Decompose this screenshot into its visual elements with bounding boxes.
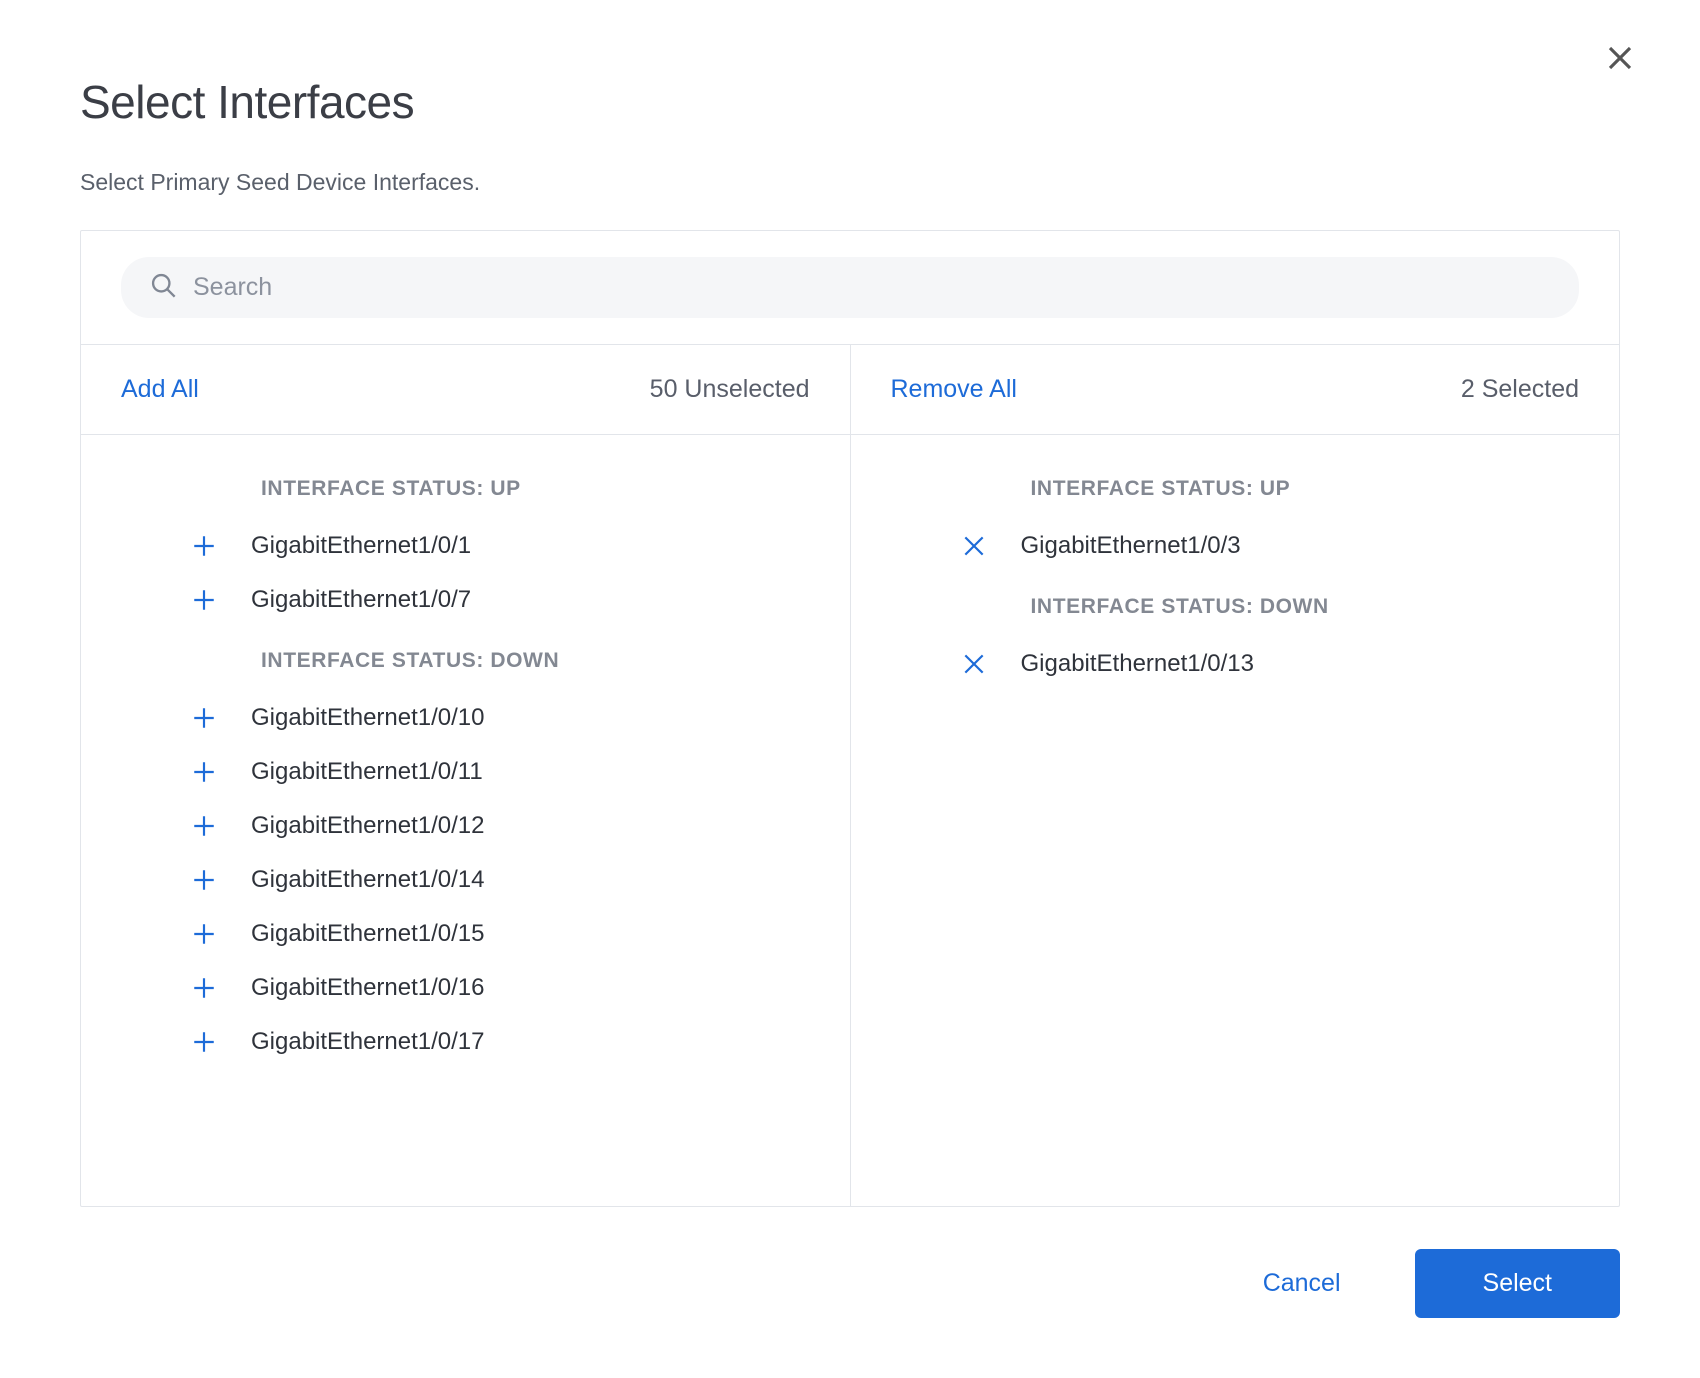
plus-icon[interactable] xyxy=(189,757,219,787)
add-all-link[interactable]: Add All xyxy=(121,375,199,404)
interface-name: GigabitEthernet1/0/15 xyxy=(251,920,485,948)
interface-status-heading: INTERFACE STATUS: DOWN xyxy=(851,573,1620,637)
interface-row: GigabitEthernet1/0/16 xyxy=(81,961,850,1015)
unselected-header: Add All 50 Unselected xyxy=(81,345,850,435)
remove-icon[interactable] xyxy=(959,649,989,679)
interface-status-heading: INTERFACE STATUS: UP xyxy=(851,455,1620,519)
select-button[interactable]: Select xyxy=(1415,1249,1620,1318)
plus-icon[interactable] xyxy=(189,531,219,561)
search-bar xyxy=(81,231,1619,344)
plus-icon[interactable] xyxy=(189,973,219,1003)
interface-row: GigabitEthernet1/0/1 xyxy=(81,519,850,573)
interface-name: GigabitEthernet1/0/3 xyxy=(1021,532,1241,560)
interface-row: GigabitEthernet1/0/7 xyxy=(81,573,850,627)
unselected-column: Add All 50 Unselected INTERFACE STATUS: … xyxy=(81,345,850,1206)
search-icon xyxy=(149,271,177,304)
selected-list[interactable]: INTERFACE STATUS: UP GigabitEthernet1/0/3… xyxy=(851,435,1620,1206)
plus-icon[interactable] xyxy=(189,919,219,949)
interface-name: GigabitEthernet1/0/10 xyxy=(251,704,485,732)
dialog-subtitle: Select Primary Seed Device Interfaces. xyxy=(80,169,1620,196)
remove-all-link[interactable]: Remove All xyxy=(891,375,1017,404)
selected-header: Remove All 2 Selected xyxy=(851,345,1620,435)
selected-count: 2 Selected xyxy=(1461,375,1579,404)
interface-row: GigabitEthernet1/0/10 xyxy=(81,691,850,745)
unselected-count: 50 Unselected xyxy=(650,375,810,404)
dialog-footer: Cancel Select xyxy=(80,1207,1620,1358)
select-interfaces-dialog: Select Interfaces Select Primary Seed De… xyxy=(0,0,1700,1378)
interface-row: GigabitEthernet1/0/3 xyxy=(851,519,1620,573)
interface-name: GigabitEthernet1/0/14 xyxy=(251,866,485,894)
dual-list: Add All 50 Unselected INTERFACE STATUS: … xyxy=(81,344,1619,1206)
interface-status-heading: INTERFACE STATUS: UP xyxy=(81,455,850,519)
interface-name: GigabitEthernet1/0/12 xyxy=(251,812,485,840)
search-input[interactable] xyxy=(191,272,1551,303)
interface-name: GigabitEthernet1/0/17 xyxy=(251,1028,485,1056)
cancel-button[interactable]: Cancel xyxy=(1259,1259,1345,1308)
plus-icon[interactable] xyxy=(189,585,219,615)
plus-icon[interactable] xyxy=(189,703,219,733)
interface-name: GigabitEthernet1/0/7 xyxy=(251,586,471,614)
plus-icon[interactable] xyxy=(189,865,219,895)
interface-status-heading: INTERFACE STATUS: DOWN xyxy=(81,627,850,691)
interface-row: GigabitEthernet1/0/11 xyxy=(81,745,850,799)
interface-row: GigabitEthernet1/0/12 xyxy=(81,799,850,853)
close-icon[interactable] xyxy=(1602,40,1638,76)
dialog-title: Select Interfaces xyxy=(80,75,1620,129)
selected-column: Remove All 2 Selected INTERFACE STATUS: … xyxy=(850,345,1620,1206)
interface-name: GigabitEthernet1/0/16 xyxy=(251,974,485,1002)
plus-icon[interactable] xyxy=(189,1027,219,1057)
interface-row: GigabitEthernet1/0/17 xyxy=(81,1015,850,1069)
search-field[interactable] xyxy=(121,257,1579,318)
interfaces-panel: Add All 50 Unselected INTERFACE STATUS: … xyxy=(80,230,1620,1207)
unselected-list[interactable]: INTERFACE STATUS: UP GigabitEthernet1/0/1… xyxy=(81,435,850,1206)
interface-name: GigabitEthernet1/0/13 xyxy=(1021,650,1255,678)
interface-name: GigabitEthernet1/0/11 xyxy=(251,758,483,786)
interface-row: GigabitEthernet1/0/15 xyxy=(81,907,850,961)
remove-icon[interactable] xyxy=(959,531,989,561)
interface-row: GigabitEthernet1/0/14 xyxy=(81,853,850,907)
interface-name: GigabitEthernet1/0/1 xyxy=(251,532,471,560)
plus-icon[interactable] xyxy=(189,811,219,841)
interface-row: GigabitEthernet1/0/13 xyxy=(851,637,1620,691)
